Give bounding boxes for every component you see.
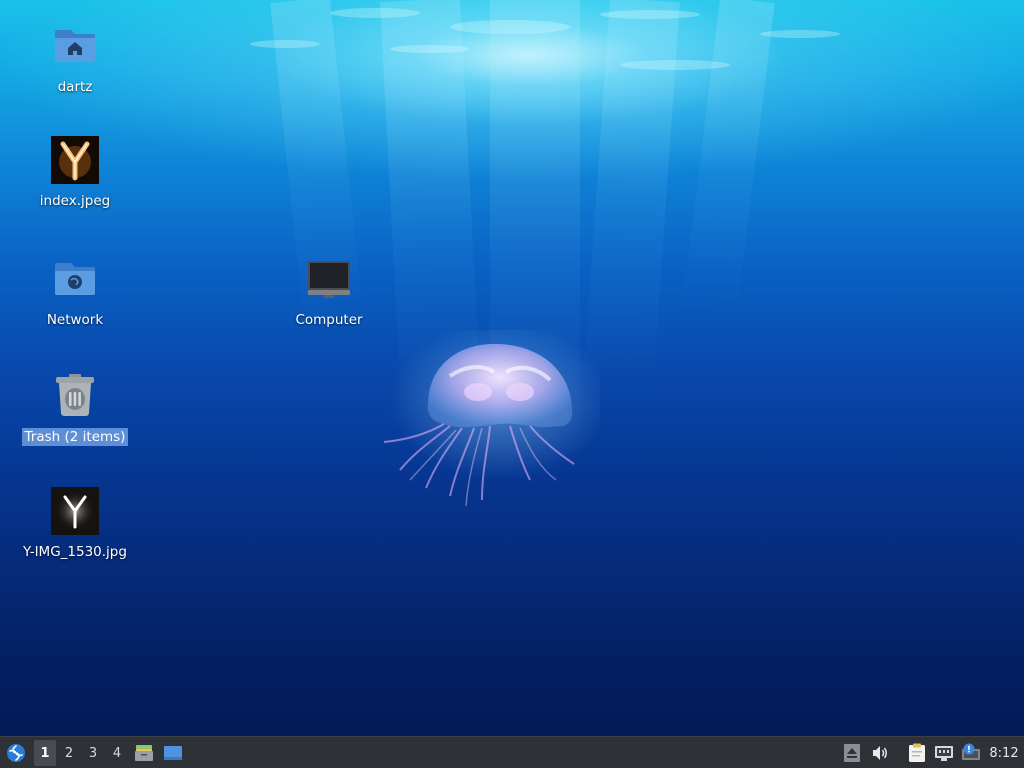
light-ray — [681, 0, 775, 321]
water-ripple — [250, 40, 320, 48]
network-folder-icon — [51, 255, 99, 303]
desktop-icon-y-img[interactable]: Y-IMG_1530.jpg — [15, 487, 135, 561]
water-ripple — [450, 20, 570, 34]
app-menu-button[interactable] — [4, 740, 28, 766]
home-folder-icon — [51, 22, 99, 70]
file-manager-icon — [135, 745, 153, 761]
desktop-icon-label: Trash (2 items) — [21, 428, 129, 446]
image-thumbnail-icon — [51, 136, 99, 184]
water-ripple — [760, 30, 840, 38]
water-ripple — [390, 45, 470, 53]
update-notifier-icon — [962, 743, 980, 760]
water-ripple — [600, 10, 700, 19]
desktop-icon-label: Computer — [295, 312, 363, 328]
workspace-2[interactable]: 2 — [58, 740, 80, 766]
eject-button[interactable] — [842, 740, 862, 766]
desktop-icon-label: index.jpeg — [39, 193, 111, 209]
water-ripple — [330, 8, 420, 18]
workspace-1[interactable]: 1 — [34, 740, 56, 766]
taskbar-panel: 1 2 3 4 8:12 — [0, 736, 1024, 768]
clock[interactable]: 8:12 — [986, 740, 1022, 766]
volume-icon — [873, 746, 887, 760]
update-notifier-button[interactable] — [959, 740, 983, 766]
desktop-icon-computer[interactable]: Computer — [269, 255, 389, 329]
jellyfish-wallpaper-art — [383, 330, 600, 507]
file-manager-launcher[interactable] — [132, 740, 156, 766]
clipboard-button[interactable] — [906, 740, 928, 766]
desktop-icon-label: Network — [46, 312, 104, 328]
desktop-icon-label: dartz — [57, 79, 93, 95]
network-button[interactable] — [933, 740, 955, 766]
water-ripple — [620, 60, 730, 70]
eject-icon — [844, 744, 860, 762]
workspace-4[interactable]: 4 — [106, 740, 128, 766]
desktop-background[interactable]: dartz index.jpeg Network Trash (2 items)… — [0, 0, 1024, 736]
desktop-icon-network[interactable]: Network — [15, 255, 135, 329]
trash-icon — [51, 372, 99, 420]
show-desktop-icon — [164, 746, 182, 760]
desktop-icon-home[interactable]: dartz — [15, 22, 135, 96]
desktop-icon-trash[interactable]: Trash (2 items) — [15, 372, 135, 446]
show-desktop-button[interactable] — [161, 740, 185, 766]
image-thumbnail-icon — [51, 487, 99, 535]
app-menu-icon — [7, 744, 25, 762]
volume-button[interactable] — [869, 740, 891, 766]
clipboard-icon — [909, 743, 925, 762]
desktop-icon-index-jpeg[interactable]: index.jpeg — [15, 136, 135, 210]
workspace-3[interactable]: 3 — [82, 740, 104, 766]
computer-icon — [305, 255, 353, 303]
network-icon — [935, 746, 953, 761]
desktop-icon-label: Y-IMG_1530.jpg — [23, 544, 127, 560]
